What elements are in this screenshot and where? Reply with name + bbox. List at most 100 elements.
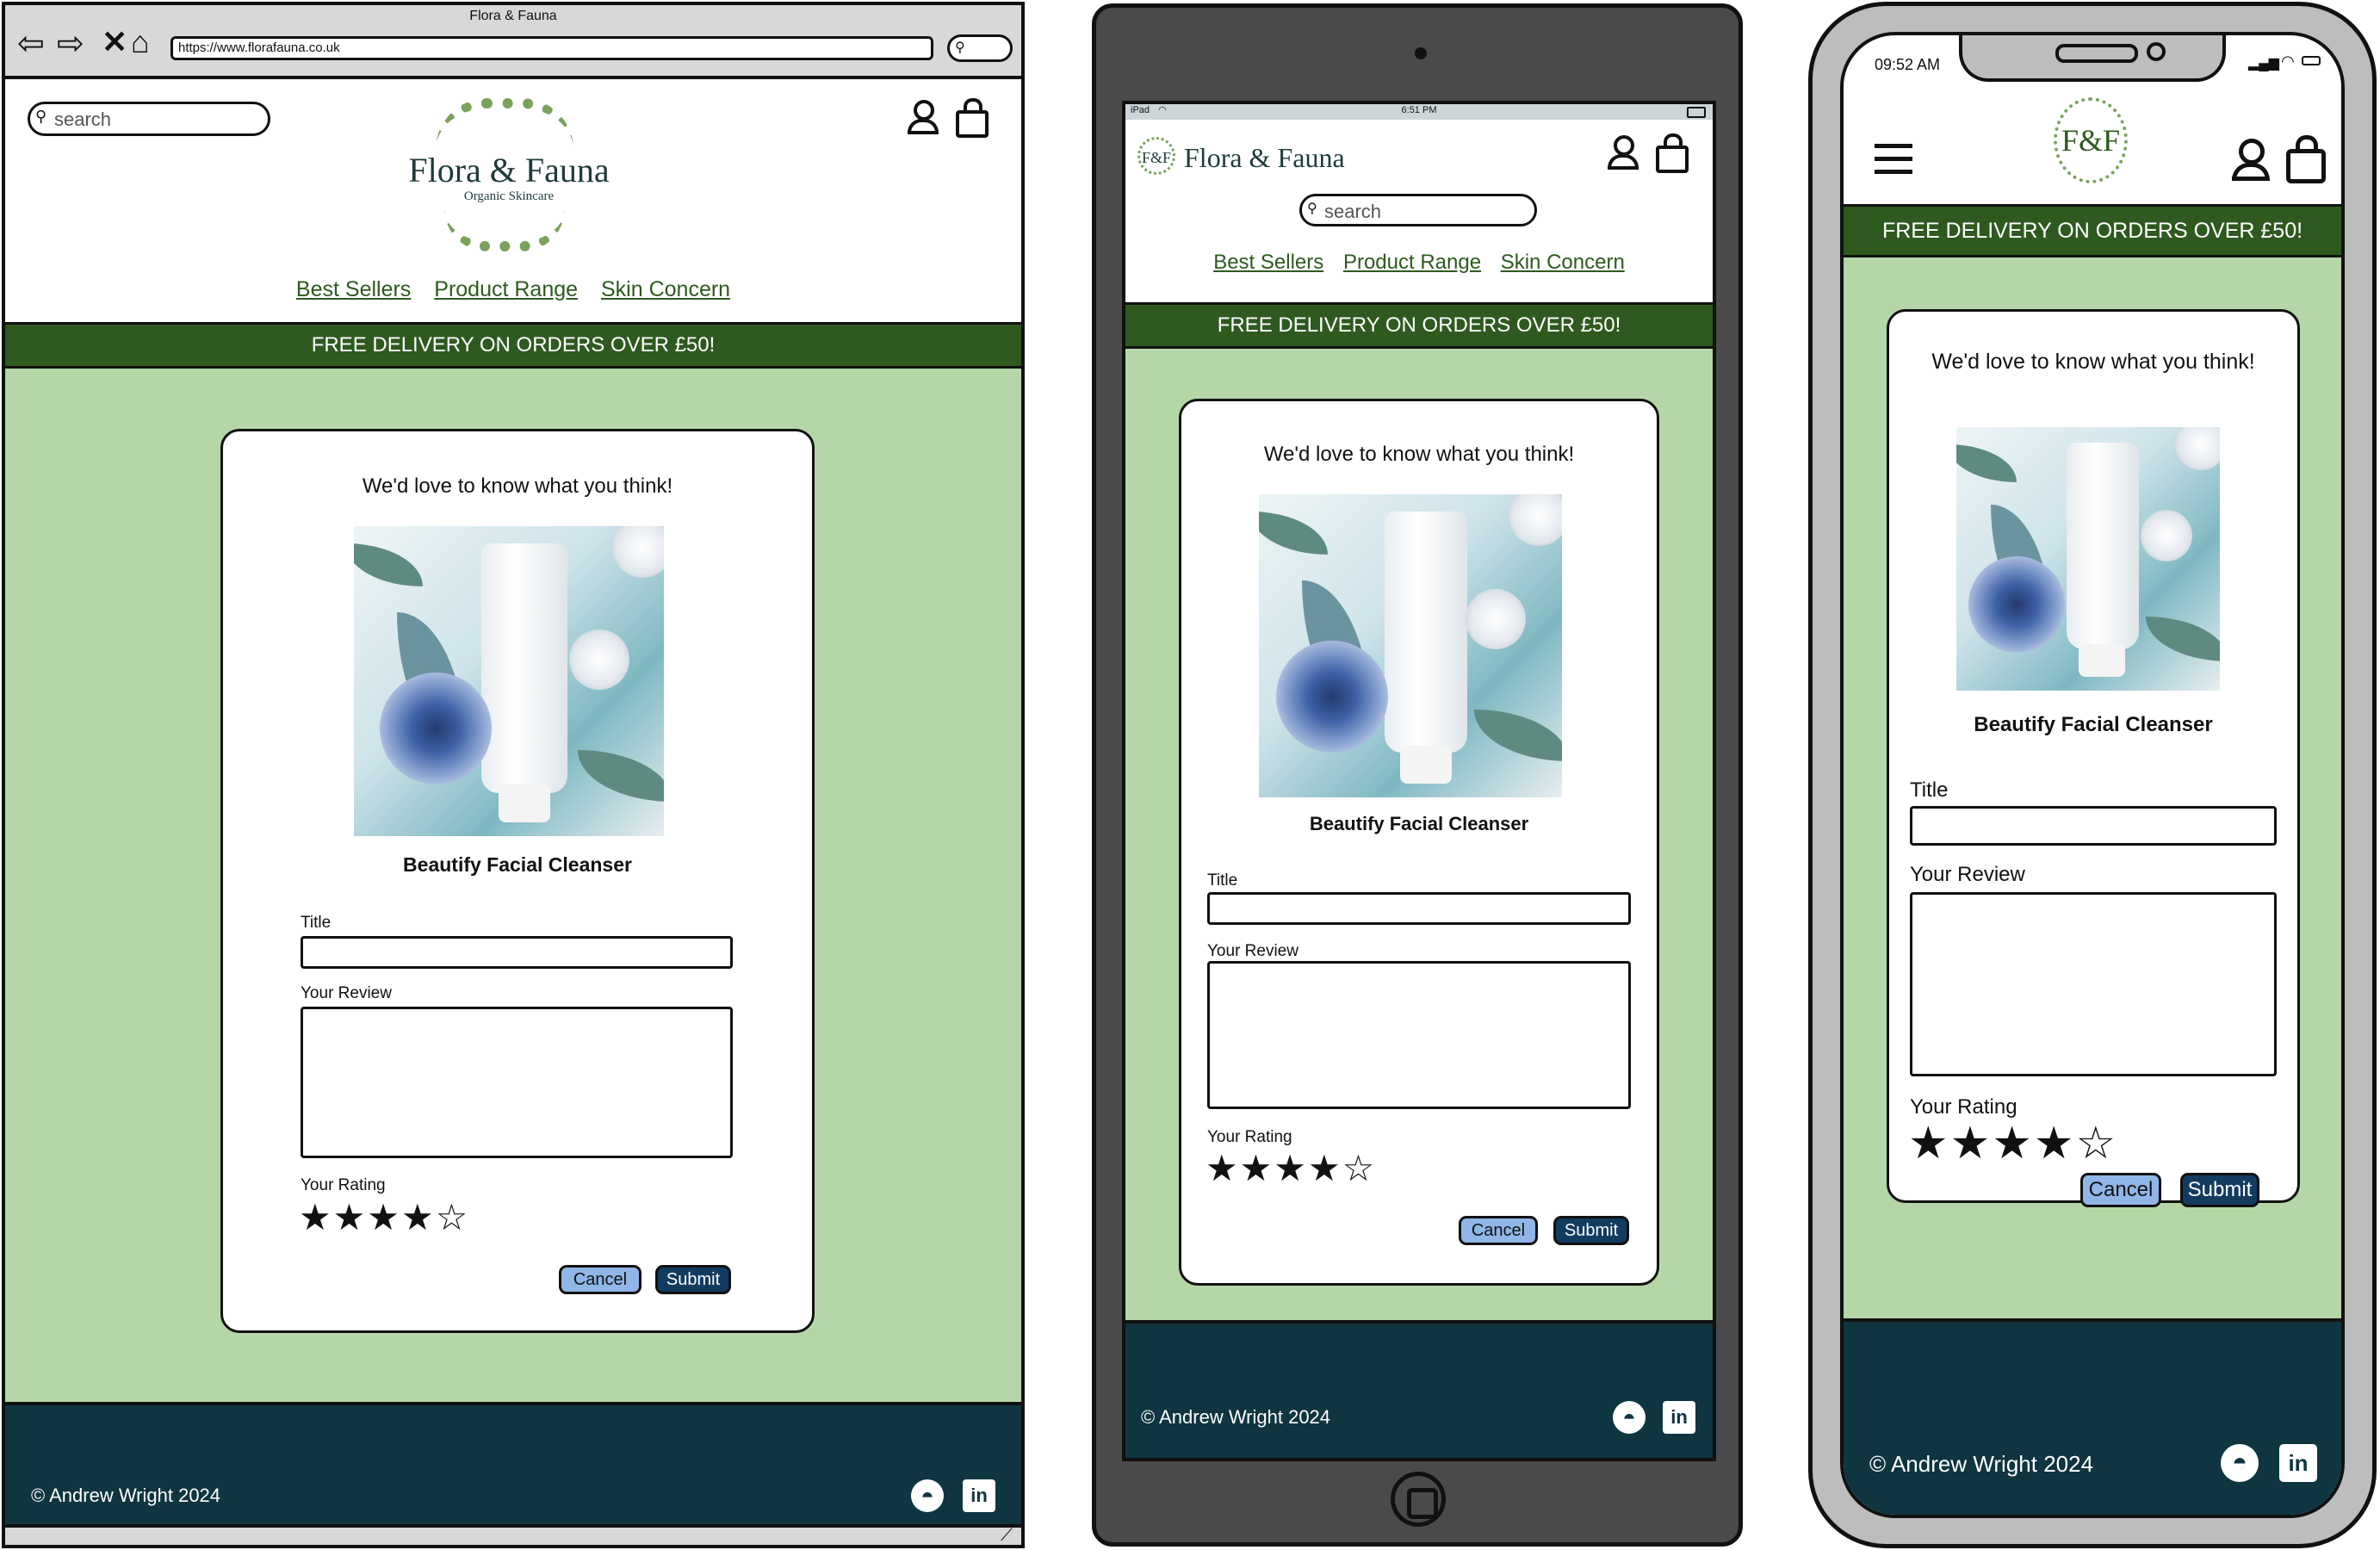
submit-button[interactable]: Submit [2180, 1173, 2259, 1207]
window-bottom-bar: ⟋ [5, 1524, 1021, 1545]
title-field[interactable] [1910, 806, 2277, 846]
review-card: We'd love to know what you think! Beauti… [1179, 399, 1659, 1286]
title-label: Title [1207, 871, 1238, 890]
review-label: Your Review [1207, 942, 1298, 960]
nav-skin-concern[interactable]: Skin Concern [601, 277, 730, 301]
site-footer: © Andrew Wright 2024 ◓ in [1844, 1318, 2341, 1515]
brand-logo: F&F [1137, 137, 1175, 175]
cancel-button[interactable]: Cancel [1459, 1216, 1538, 1245]
menu-icon[interactable] [1875, 144, 1912, 175]
brand-logo: F&F [2054, 97, 2128, 183]
close-icon[interactable]: ✕ [102, 26, 127, 59]
search-placeholder: search [54, 108, 112, 130]
phone-notch [1959, 35, 2226, 82]
submit-button[interactable]: Submit [655, 1265, 731, 1294]
account-icon[interactable] [2229, 137, 2270, 183]
footer-copyright: © Andrew Wright 2024 [1141, 1406, 1331, 1428]
bag-icon[interactable] [2286, 135, 2326, 183]
tablet-status-bar: iPad ◠ 6:51 PM [1125, 104, 1713, 120]
nav-best-sellers[interactable]: Best Sellers [1213, 251, 1323, 274]
review-textarea[interactable] [1910, 892, 2277, 1076]
submit-button[interactable]: Submit [1553, 1216, 1629, 1245]
battery-icon [2302, 56, 2321, 65]
bag-icon[interactable] [1656, 133, 1689, 173]
signal-icon: ▂▄▆ [2248, 56, 2279, 71]
nav-best-sellers[interactable]: Best Sellers [296, 277, 411, 301]
rating-stars[interactable]: ★★★★☆ [299, 1196, 469, 1238]
search-input[interactable]: ⚲ search [28, 102, 270, 136]
brand-tagline: Organic Skincare [463, 189, 555, 203]
main-content: We'd love to know what you think! Beauti… [1844, 257, 2341, 1318]
site-header: ⚲ search Flora & Fauna Organic Skincare … [5, 83, 1021, 322]
status-time: 6:51 PM [1401, 105, 1437, 115]
home-icon[interactable]: ⌂ [131, 26, 150, 59]
rating-stars[interactable]: ★★★★☆ [1908, 1118, 2117, 1169]
bag-icon[interactable] [956, 98, 989, 138]
phone-screen: 09:52 AM ▂▄▆ ◠ F&F FREE DELIVERY ON ORDE… [1840, 32, 2345, 1518]
main-content: We'd love to know what you think! Beauti… [5, 369, 1021, 1402]
product-image [1956, 427, 2220, 691]
wifi-icon: ◠ [2281, 53, 2295, 70]
github-icon[interactable]: ◓ [911, 1479, 944, 1512]
delivery-banner: FREE DELIVERY ON ORDERS OVER £50! [1844, 204, 2341, 257]
nav-product-range[interactable]: Product Range [434, 277, 578, 301]
search-icon: ⚲ [955, 40, 965, 55]
rating-label: Your Rating [1207, 1128, 1292, 1146]
logo-wreath-top [436, 98, 573, 150]
cancel-button[interactable]: Cancel [2080, 1173, 2161, 1207]
banner-text: FREE DELIVERY ON ORDERS OVER £50! [1217, 313, 1621, 337]
review-heading: We'd love to know what you think! [362, 474, 673, 498]
rating-stars[interactable]: ★★★★☆ [1205, 1147, 1376, 1189]
review-heading: We'd love to know what you think! [1263, 443, 1575, 466]
review-heading: We'd love to know what you think! [1931, 350, 2255, 374]
title-label: Title [1910, 778, 1949, 802]
search-placeholder: search [1324, 201, 1382, 222]
linkedin-icon[interactable]: in [963, 1479, 995, 1512]
banner-text: FREE DELIVERY ON ORDERS OVER £50! [1881, 219, 2303, 243]
product-name: Beautify Facial Cleanser [403, 853, 632, 876]
cancel-button[interactable]: Cancel [559, 1265, 641, 1294]
search-input[interactable]: ⚲ search [1299, 194, 1537, 226]
delivery-banner: FREE DELIVERY ON ORDERS OVER £50! [1125, 302, 1713, 349]
github-icon[interactable]: ◓ [2221, 1444, 2259, 1482]
review-textarea[interactable] [1207, 961, 1631, 1109]
linkedin-icon[interactable]: in [1663, 1401, 1695, 1434]
title-label: Title [301, 914, 332, 932]
logo-wreath-bottom [444, 208, 565, 251]
site-footer: © Andrew Wright 2024 ◓ in [5, 1402, 1021, 1524]
product-name: Beautify Facial Cleanser [1974, 713, 2213, 736]
home-button-icon[interactable] [1391, 1472, 1446, 1527]
status-time: 09:52 AM [1875, 56, 1941, 73]
brand-name: Flora & Fauna [408, 151, 610, 189]
url-bar[interactable]: https://www.florafauna.co.uk [170, 36, 933, 60]
github-icon[interactable]: ◓ [1613, 1401, 1646, 1434]
rating-label: Your Rating [301, 1176, 386, 1194]
main-content: We'd love to know what you think! Beauti… [1125, 349, 1713, 1320]
back-icon[interactable]: ⇦ [17, 28, 45, 60]
battery-icon [1687, 107, 1706, 118]
product-image [1259, 494, 1562, 797]
search-icon: ⚲ [1307, 202, 1317, 216]
title-field[interactable] [301, 936, 733, 969]
account-icon[interactable] [906, 98, 939, 136]
tablet-screen: iPad ◠ 6:51 PM F&F Flora & Fauna ⚲ searc… [1122, 101, 1716, 1461]
brand-name: Flora & Fauna [1184, 142, 1345, 173]
browser-search-box[interactable]: ⚲ [947, 34, 1013, 62]
linkedin-icon[interactable]: in [2279, 1444, 2317, 1482]
forward-icon[interactable]: ⇨ [57, 28, 84, 60]
resize-handle-icon[interactable]: ⟋ [1001, 1526, 1013, 1546]
tablet-device: iPad ◠ 6:51 PM F&F Flora & Fauna ⚲ searc… [1092, 3, 1743, 1547]
tablet-camera [1415, 47, 1427, 59]
search-icon: ⚲ [35, 108, 47, 125]
account-icon[interactable] [1606, 133, 1639, 171]
title-field[interactable] [1207, 892, 1631, 925]
footer-copyright: © Andrew Wright 2024 [31, 1485, 221, 1506]
main-nav: Best Sellers Product Range Skin Concern [1125, 251, 1713, 275]
product-image [354, 526, 664, 836]
browser-toolbar: Flora & Fauna ⇦ ⇨ ✕ ⌂ https://www.floraf… [5, 5, 1021, 79]
review-card: We'd love to know what you think! Beauti… [220, 429, 815, 1333]
footer-copyright: © Andrew Wright 2024 [1869, 1451, 2094, 1477]
review-textarea[interactable] [301, 1007, 733, 1158]
nav-product-range[interactable]: Product Range [1343, 251, 1481, 274]
nav-skin-concern[interactable]: Skin Concern [1501, 251, 1625, 274]
